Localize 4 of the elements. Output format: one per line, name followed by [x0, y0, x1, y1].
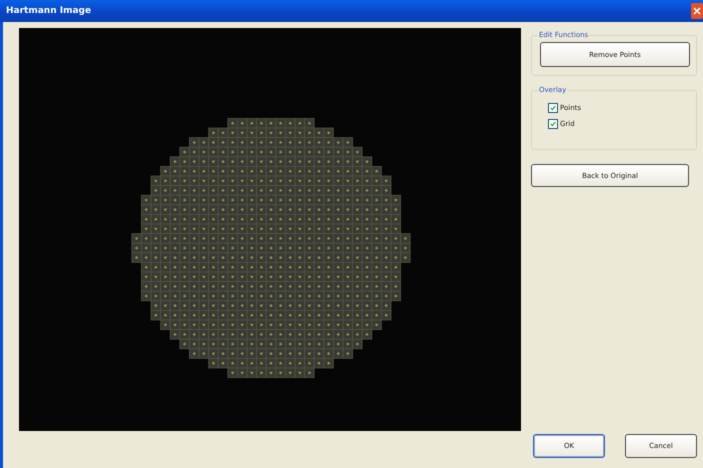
checkbox[interactable] [548, 103, 558, 113]
close-icon[interactable] [691, 2, 703, 20]
window-title: Hartmann Image [6, 6, 92, 16]
checkbox[interactable] [548, 119, 558, 129]
